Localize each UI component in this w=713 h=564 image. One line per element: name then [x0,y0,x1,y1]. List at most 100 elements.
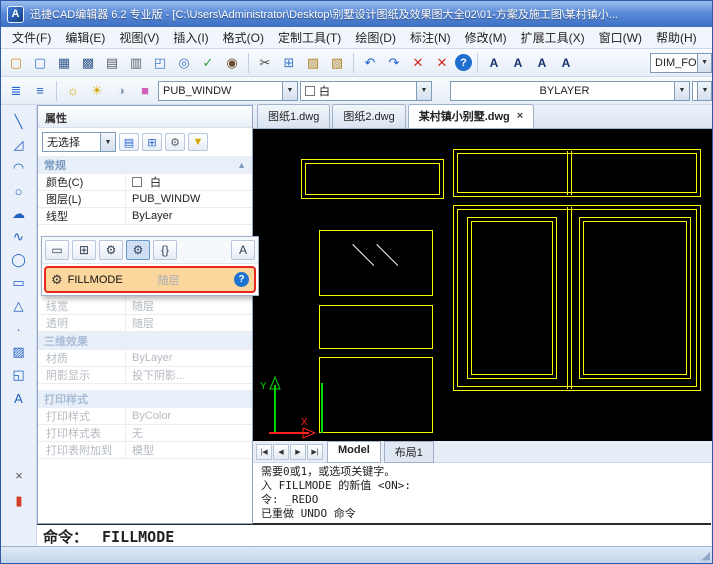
menu-modify[interactable]: 修改(M) [458,27,514,48]
model-tab[interactable]: Model [327,441,381,463]
property-row-layer[interactable]: 图层(L) PUB_WINDW [38,191,252,208]
layer-freeze-button[interactable]: ◑ [110,80,132,102]
print-button[interactable]: ▤ [101,52,123,74]
annotation-style-button[interactable]: A [555,52,577,74]
section-general[interactable]: 常规 ▲ [38,156,252,174]
menu-window[interactable]: 窗口(W) [592,27,649,48]
save-all-button[interactable]: ▩ [77,52,99,74]
gear-active-icon[interactable]: ⚙ [126,240,150,260]
multiline-text-button[interactable]: A [531,52,553,74]
menu-view[interactable]: 视图(V) [112,27,166,48]
property-row-linetype[interactable]: 线型 ByLayer [38,208,252,225]
chevron-down-icon[interactable]: ▼ [697,82,712,100]
draw-point-tool[interactable]: · [7,318,31,340]
edit-properties-icon[interactable]: ▤ [119,133,139,151]
lineweight-combo[interactable]: ▼ [692,81,712,101]
menu-custom-tools[interactable]: 定制工具(T) [271,27,348,48]
dim-style-combo[interactable]: DIM_FO ▼ [650,53,712,73]
draw-line-tool[interactable]: ╲ [7,111,31,133]
find-file-button[interactable]: ◎ [173,52,195,74]
draw-arc-tool[interactable]: ◠ [7,157,31,179]
spell-check-button[interactable]: ✓ [197,52,219,74]
prev-layout-button[interactable]: ◀ [273,444,289,460]
print-preview-button[interactable]: ▥ [125,52,147,74]
gear-icon[interactable]: ⚙ [99,240,123,260]
undo-button[interactable]: ↶ [359,52,381,74]
menu-insert[interactable]: 插入(I) [166,27,215,48]
help-button[interactable]: ? [455,54,472,71]
quick-filter-icon[interactable]: ▼ [188,133,208,151]
save-button[interactable]: ▦ [53,52,75,74]
chevron-down-icon[interactable]: ▼ [674,82,689,100]
fillmode-highlight-row[interactable]: ⚙ FILLMODE 随层 ? [44,266,256,293]
property-row-color[interactable]: 颜色(C) 白 [38,174,252,191]
add-selection-icon[interactable]: ⊞ [142,133,162,151]
document-tab[interactable]: 图纸1.dwg [257,104,330,128]
erase-button[interactable]: ✕ [407,52,429,74]
close-tab-icon[interactable]: × [517,112,523,121]
collapse-arrow-icon[interactable]: ▲ [237,160,246,170]
cancel-button[interactable]: ✕ [431,52,453,74]
draw-revcloud-tool[interactable]: ☁ [7,203,31,225]
new-template-button[interactable]: ▢ [29,52,51,74]
text-style-icon[interactable]: A [231,240,255,260]
chevron-down-icon[interactable]: ▼ [697,54,712,72]
layer-on-off-button[interactable]: ☼ [62,80,84,102]
layer-color-button[interactable]: ■ [134,80,156,102]
color-combo[interactable]: 白 ▼ [300,81,432,101]
drawing-canvas[interactable]: Y X [253,129,713,441]
chevron-down-icon[interactable]: ▼ [282,82,297,100]
help-icon[interactable]: ? [234,272,249,287]
paste-button[interactable]: ▨ [302,52,324,74]
redo-button[interactable]: ↷ [383,52,405,74]
window-select-icon[interactable]: ▭ [45,240,69,260]
menu-edit[interactable]: 编辑(E) [58,27,112,48]
last-layout-button[interactable]: ▶| [307,444,323,460]
command-window-button[interactable]: ▮ [7,490,31,512]
property-row-plot-attach: 打印表附加到 模型 [38,442,252,459]
menu-file[interactable]: 文件(F) [5,27,58,48]
menu-help[interactable]: 帮助(H) [649,27,704,48]
close-command-window-button[interactable]: × [7,464,31,486]
braces-icon[interactable]: {} [153,240,177,260]
find-button[interactable]: ◉ [221,52,243,74]
add-property-icon[interactable]: ⊞ [72,240,96,260]
chevron-down-icon[interactable]: ▼ [416,82,431,100]
draw-circle-tool[interactable]: ○ [7,180,31,202]
copy-button[interactable]: ⊞ [278,52,300,74]
hatch-tool[interactable]: ▨ [7,341,31,363]
draw-polygon-tool[interactable]: △ [7,295,31,317]
paste-special-button[interactable]: ▧ [326,52,348,74]
menu-format[interactable]: 格式(O) [216,27,271,48]
document-tab[interactable]: 某村镇小别墅.dwg× [408,104,535,128]
chevron-down-icon[interactable]: ▼ [100,133,115,151]
titlebar[interactable]: A 迅捷CAD编辑器 6.2 专业版 - [C:\Users\Administr… [1,1,712,27]
layer-manager-button[interactable]: ≡ [29,80,51,102]
settings-gear-icon[interactable]: ⚙ [165,133,185,151]
command-input-line[interactable]: 命令： FILLMODE [37,523,711,548]
draw-spline-tool[interactable]: ∿ [7,226,31,248]
layout1-tab[interactable]: 布局1 [384,441,434,463]
menu-dimension[interactable]: 标注(N) [403,27,458,48]
first-layout-button[interactable]: |◀ [256,444,272,460]
layer-combo[interactable]: PUB_WINDW ▼ [158,81,298,101]
draw-polyline-tool[interactable]: ◿ [7,134,31,156]
layer-properties-button[interactable]: ≣ [5,80,27,102]
text-style-button[interactable]: A [483,52,505,74]
draw-rectangle-tool[interactable]: ▭ [7,272,31,294]
selection-combo[interactable]: 无选择 ▼ [42,132,116,152]
menu-express-tools[interactable]: 扩展工具(X) [514,27,592,48]
next-layout-button[interactable]: ▶ [290,444,306,460]
resize-grip-icon[interactable]: ◢ [702,549,710,562]
menu-draw[interactable]: 绘图(D) [348,27,403,48]
linetype-combo[interactable]: BYLAYER ▼ [450,81,690,101]
cut-button[interactable]: ✂ [254,52,276,74]
region-tool[interactable]: ◱ [7,364,31,386]
mtext-tool[interactable]: A [7,387,31,409]
draw-ellipse-tool[interactable]: ◯ [7,249,31,271]
document-tab[interactable]: 图纸2.dwg [332,104,405,128]
page-setup-button[interactable]: ◰ [149,52,171,74]
new-file-button[interactable]: ▢ [5,52,27,74]
single-text-button[interactable]: A [507,52,529,74]
layer-sun-button[interactable]: ☀ [86,80,108,102]
